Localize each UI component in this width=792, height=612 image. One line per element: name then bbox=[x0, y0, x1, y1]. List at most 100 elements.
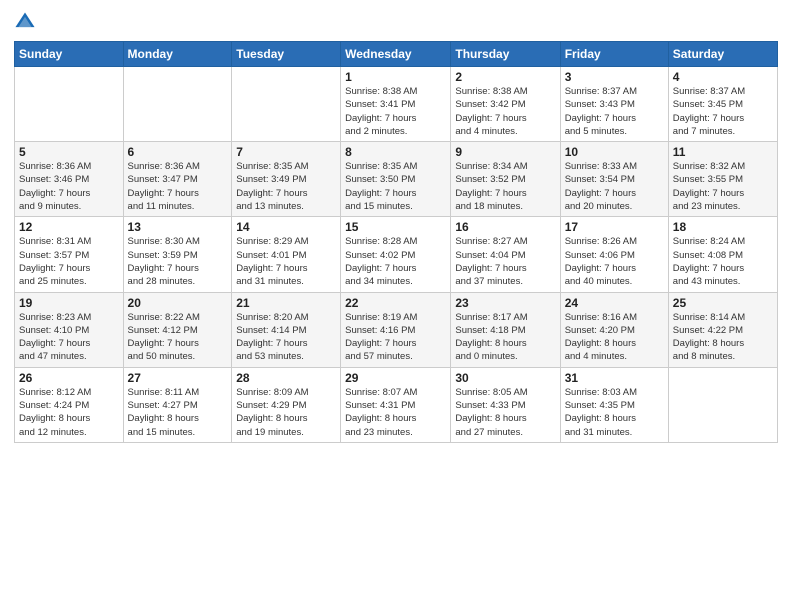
logo-icon bbox=[14, 11, 36, 33]
day-number: 6 bbox=[128, 145, 228, 159]
day-info: Sunrise: 8:35 AM Sunset: 3:49 PM Dayligh… bbox=[236, 160, 336, 213]
day-number: 23 bbox=[455, 296, 555, 310]
day-number: 3 bbox=[565, 70, 664, 84]
calendar-cell: 2Sunrise: 8:38 AM Sunset: 3:42 PM Daylig… bbox=[451, 67, 560, 142]
calendar-cell: 4Sunrise: 8:37 AM Sunset: 3:45 PM Daylig… bbox=[668, 67, 777, 142]
calendar-cell: 3Sunrise: 8:37 AM Sunset: 3:43 PM Daylig… bbox=[560, 67, 668, 142]
day-info: Sunrise: 8:24 AM Sunset: 4:08 PM Dayligh… bbox=[673, 235, 773, 288]
calendar-cell: 27Sunrise: 8:11 AM Sunset: 4:27 PM Dayli… bbox=[123, 367, 232, 442]
day-info: Sunrise: 8:34 AM Sunset: 3:52 PM Dayligh… bbox=[455, 160, 555, 213]
calendar-cell: 17Sunrise: 8:26 AM Sunset: 4:06 PM Dayli… bbox=[560, 217, 668, 292]
day-info: Sunrise: 8:14 AM Sunset: 4:22 PM Dayligh… bbox=[673, 311, 773, 364]
day-info: Sunrise: 8:12 AM Sunset: 4:24 PM Dayligh… bbox=[19, 386, 119, 439]
calendar-week-row: 26Sunrise: 8:12 AM Sunset: 4:24 PM Dayli… bbox=[15, 367, 778, 442]
day-number: 27 bbox=[128, 371, 228, 385]
calendar-cell: 1Sunrise: 8:38 AM Sunset: 3:41 PM Daylig… bbox=[341, 67, 451, 142]
day-number: 7 bbox=[236, 145, 336, 159]
day-info: Sunrise: 8:37 AM Sunset: 3:43 PM Dayligh… bbox=[565, 85, 664, 138]
calendar-cell: 16Sunrise: 8:27 AM Sunset: 4:04 PM Dayli… bbox=[451, 217, 560, 292]
weekday-header-friday: Friday bbox=[560, 42, 668, 67]
calendar-cell: 5Sunrise: 8:36 AM Sunset: 3:46 PM Daylig… bbox=[15, 142, 124, 217]
day-info: Sunrise: 8:35 AM Sunset: 3:50 PM Dayligh… bbox=[345, 160, 446, 213]
day-number: 14 bbox=[236, 220, 336, 234]
weekday-header-monday: Monday bbox=[123, 42, 232, 67]
logo bbox=[14, 10, 40, 33]
calendar-cell: 15Sunrise: 8:28 AM Sunset: 4:02 PM Dayli… bbox=[341, 217, 451, 292]
calendar-cell: 11Sunrise: 8:32 AM Sunset: 3:55 PM Dayli… bbox=[668, 142, 777, 217]
day-info: Sunrise: 8:11 AM Sunset: 4:27 PM Dayligh… bbox=[128, 386, 228, 439]
day-info: Sunrise: 8:09 AM Sunset: 4:29 PM Dayligh… bbox=[236, 386, 336, 439]
day-number: 16 bbox=[455, 220, 555, 234]
page-container: SundayMondayTuesdayWednesdayThursdayFrid… bbox=[0, 0, 792, 449]
calendar-cell: 24Sunrise: 8:16 AM Sunset: 4:20 PM Dayli… bbox=[560, 292, 668, 367]
weekday-header-thursday: Thursday bbox=[451, 42, 560, 67]
weekday-header-sunday: Sunday bbox=[15, 42, 124, 67]
day-number: 24 bbox=[565, 296, 664, 310]
calendar-cell bbox=[668, 367, 777, 442]
weekday-header-saturday: Saturday bbox=[668, 42, 777, 67]
day-info: Sunrise: 8:17 AM Sunset: 4:18 PM Dayligh… bbox=[455, 311, 555, 364]
day-info: Sunrise: 8:16 AM Sunset: 4:20 PM Dayligh… bbox=[565, 311, 664, 364]
day-info: Sunrise: 8:37 AM Sunset: 3:45 PM Dayligh… bbox=[673, 85, 773, 138]
day-info: Sunrise: 8:36 AM Sunset: 3:46 PM Dayligh… bbox=[19, 160, 119, 213]
calendar-week-row: 12Sunrise: 8:31 AM Sunset: 3:57 PM Dayli… bbox=[15, 217, 778, 292]
day-number: 20 bbox=[128, 296, 228, 310]
day-number: 9 bbox=[455, 145, 555, 159]
calendar-cell bbox=[232, 67, 341, 142]
day-info: Sunrise: 8:31 AM Sunset: 3:57 PM Dayligh… bbox=[19, 235, 119, 288]
calendar-cell: 19Sunrise: 8:23 AM Sunset: 4:10 PM Dayli… bbox=[15, 292, 124, 367]
day-info: Sunrise: 8:03 AM Sunset: 4:35 PM Dayligh… bbox=[565, 386, 664, 439]
calendar-cell bbox=[123, 67, 232, 142]
calendar-cell bbox=[15, 67, 124, 142]
day-number: 13 bbox=[128, 220, 228, 234]
calendar-week-row: 5Sunrise: 8:36 AM Sunset: 3:46 PM Daylig… bbox=[15, 142, 778, 217]
day-info: Sunrise: 8:05 AM Sunset: 4:33 PM Dayligh… bbox=[455, 386, 555, 439]
calendar-cell: 21Sunrise: 8:20 AM Sunset: 4:14 PM Dayli… bbox=[232, 292, 341, 367]
weekday-header-tuesday: Tuesday bbox=[232, 42, 341, 67]
calendar-week-row: 19Sunrise: 8:23 AM Sunset: 4:10 PM Dayli… bbox=[15, 292, 778, 367]
day-info: Sunrise: 8:36 AM Sunset: 3:47 PM Dayligh… bbox=[128, 160, 228, 213]
day-number: 25 bbox=[673, 296, 773, 310]
calendar-cell: 6Sunrise: 8:36 AM Sunset: 3:47 PM Daylig… bbox=[123, 142, 232, 217]
day-number: 5 bbox=[19, 145, 119, 159]
day-info: Sunrise: 8:33 AM Sunset: 3:54 PM Dayligh… bbox=[565, 160, 664, 213]
day-number: 30 bbox=[455, 371, 555, 385]
calendar-cell: 31Sunrise: 8:03 AM Sunset: 4:35 PM Dayli… bbox=[560, 367, 668, 442]
day-info: Sunrise: 8:29 AM Sunset: 4:01 PM Dayligh… bbox=[236, 235, 336, 288]
calendar-cell: 28Sunrise: 8:09 AM Sunset: 4:29 PM Dayli… bbox=[232, 367, 341, 442]
day-number: 31 bbox=[565, 371, 664, 385]
calendar-cell: 22Sunrise: 8:19 AM Sunset: 4:16 PM Dayli… bbox=[341, 292, 451, 367]
day-number: 15 bbox=[345, 220, 446, 234]
weekday-header-wednesday: Wednesday bbox=[341, 42, 451, 67]
calendar-table: SundayMondayTuesdayWednesdayThursdayFrid… bbox=[14, 41, 778, 443]
day-info: Sunrise: 8:26 AM Sunset: 4:06 PM Dayligh… bbox=[565, 235, 664, 288]
page-header bbox=[14, 10, 778, 33]
calendar-cell: 20Sunrise: 8:22 AM Sunset: 4:12 PM Dayli… bbox=[123, 292, 232, 367]
day-info: Sunrise: 8:07 AM Sunset: 4:31 PM Dayligh… bbox=[345, 386, 446, 439]
calendar-cell: 8Sunrise: 8:35 AM Sunset: 3:50 PM Daylig… bbox=[341, 142, 451, 217]
calendar-cell: 30Sunrise: 8:05 AM Sunset: 4:33 PM Dayli… bbox=[451, 367, 560, 442]
calendar-cell: 9Sunrise: 8:34 AM Sunset: 3:52 PM Daylig… bbox=[451, 142, 560, 217]
day-info: Sunrise: 8:38 AM Sunset: 3:42 PM Dayligh… bbox=[455, 85, 555, 138]
calendar-cell: 23Sunrise: 8:17 AM Sunset: 4:18 PM Dayli… bbox=[451, 292, 560, 367]
day-number: 10 bbox=[565, 145, 664, 159]
day-number: 8 bbox=[345, 145, 446, 159]
day-number: 29 bbox=[345, 371, 446, 385]
day-number: 28 bbox=[236, 371, 336, 385]
day-number: 21 bbox=[236, 296, 336, 310]
day-number: 18 bbox=[673, 220, 773, 234]
calendar-week-row: 1Sunrise: 8:38 AM Sunset: 3:41 PM Daylig… bbox=[15, 67, 778, 142]
day-number: 17 bbox=[565, 220, 664, 234]
weekday-header-row: SundayMondayTuesdayWednesdayThursdayFrid… bbox=[15, 42, 778, 67]
day-info: Sunrise: 8:32 AM Sunset: 3:55 PM Dayligh… bbox=[673, 160, 773, 213]
day-info: Sunrise: 8:38 AM Sunset: 3:41 PM Dayligh… bbox=[345, 85, 446, 138]
day-info: Sunrise: 8:27 AM Sunset: 4:04 PM Dayligh… bbox=[455, 235, 555, 288]
day-number: 4 bbox=[673, 70, 773, 84]
calendar-cell: 25Sunrise: 8:14 AM Sunset: 4:22 PM Dayli… bbox=[668, 292, 777, 367]
calendar-cell: 10Sunrise: 8:33 AM Sunset: 3:54 PM Dayli… bbox=[560, 142, 668, 217]
calendar-cell: 7Sunrise: 8:35 AM Sunset: 3:49 PM Daylig… bbox=[232, 142, 341, 217]
day-number: 22 bbox=[345, 296, 446, 310]
day-info: Sunrise: 8:30 AM Sunset: 3:59 PM Dayligh… bbox=[128, 235, 228, 288]
day-info: Sunrise: 8:23 AM Sunset: 4:10 PM Dayligh… bbox=[19, 311, 119, 364]
day-info: Sunrise: 8:28 AM Sunset: 4:02 PM Dayligh… bbox=[345, 235, 446, 288]
